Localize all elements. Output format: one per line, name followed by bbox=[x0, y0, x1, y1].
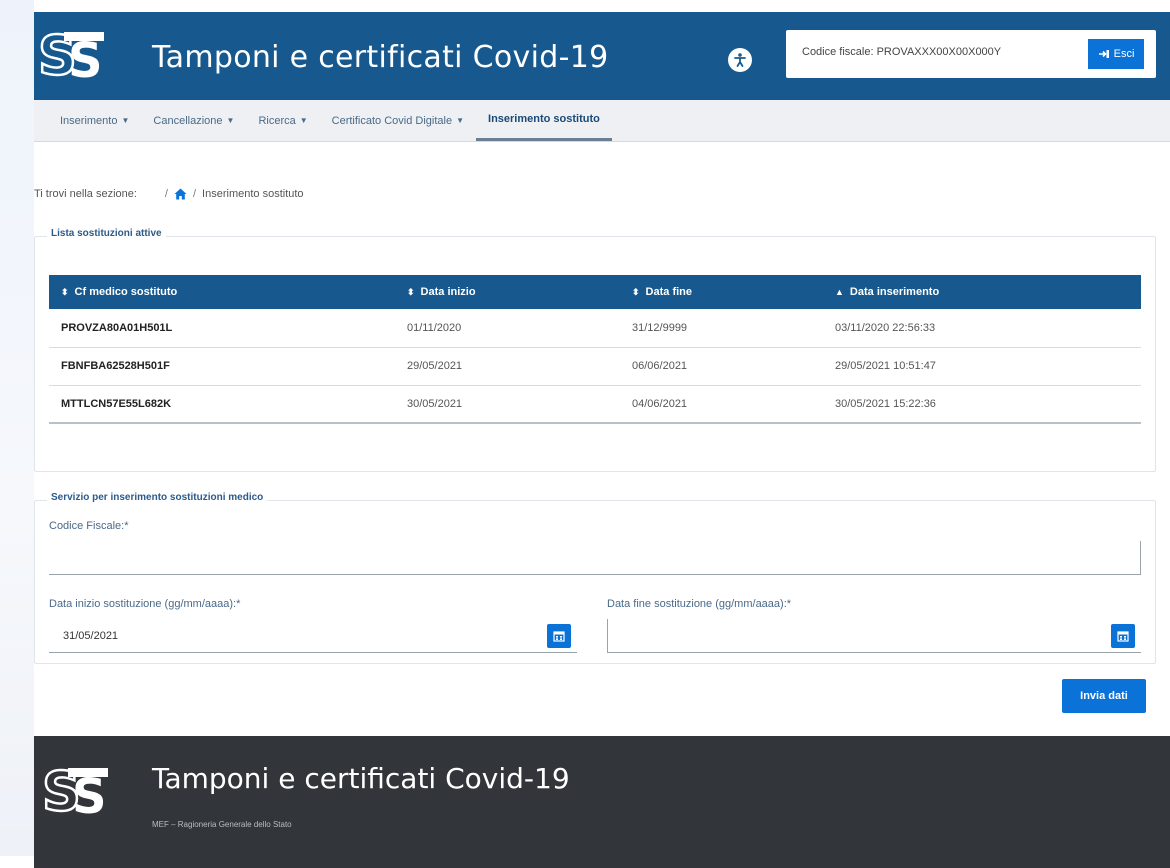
caret-down-icon: ▼ bbox=[299, 116, 308, 125]
start-date-label: Data inizio sostituzione (gg/mm/aaaa):* bbox=[49, 598, 241, 610]
app-title: Tamponi e certificati Covid-19 bbox=[152, 40, 609, 75]
start-date-input[interactable] bbox=[49, 619, 577, 653]
caret-down-icon: ▼ bbox=[456, 116, 465, 125]
sort-icon: ⬍ bbox=[407, 287, 415, 297]
main-nav: Inserimento ▼ Cancellazione ▼ Ricerca ▼ … bbox=[34, 100, 1170, 142]
end-date-input[interactable] bbox=[607, 619, 1141, 653]
caret-down-icon: ▼ bbox=[226, 116, 235, 125]
codice-fiscale-input[interactable] bbox=[49, 541, 1141, 575]
cell-cf: FBNFBA62528H501F bbox=[49, 347, 395, 386]
calendar-icon bbox=[553, 631, 565, 642]
nav-label: Cancellazione bbox=[153, 114, 223, 127]
sort-icon: ⬍ bbox=[61, 287, 69, 297]
calendar-icon bbox=[1117, 631, 1129, 642]
cell-end: 31/12/9999 bbox=[620, 309, 823, 348]
user-fiscal-code: Codice fiscale: PROVAXXX00X00X000Y bbox=[802, 46, 1002, 58]
cell-start: 01/11/2020 bbox=[395, 309, 620, 348]
page-side-band bbox=[0, 0, 34, 856]
column-header-label: Cf medico sostituto bbox=[74, 286, 178, 298]
page: S S Tamponi e certificati Covid-19 Codic… bbox=[34, 12, 1170, 868]
column-header-label: Data inizio bbox=[420, 286, 476, 298]
column-header[interactable]: ⬍ Cf medico sostituto bbox=[49, 275, 395, 309]
sts-logo-icon[interactable]: S S bbox=[38, 22, 114, 90]
table-row[interactable]: MTTLCN57E55L682K 30/05/2021 04/06/2021 3… bbox=[49, 385, 1141, 424]
cell-start: 30/05/2021 bbox=[395, 385, 620, 424]
breadcrumb-separator: / bbox=[192, 188, 197, 200]
home-icon[interactable] bbox=[174, 188, 187, 200]
cf-label: Codice Fiscale:* bbox=[49, 520, 129, 532]
breadcrumb-current: Inserimento sostituto bbox=[202, 188, 304, 200]
nav-label: Certificato Covid Digitale bbox=[331, 114, 453, 127]
footer-title: Tamponi e certificati Covid-19 bbox=[152, 762, 570, 795]
exit-label: Esci bbox=[1113, 48, 1135, 60]
cell-cf: MTTLCN57E55L682K bbox=[49, 385, 395, 424]
svg-text:S: S bbox=[68, 33, 103, 89]
exit-button[interactable]: Esci bbox=[1088, 39, 1144, 69]
cell-start: 29/05/2021 bbox=[395, 347, 620, 386]
end-date-calendar-button[interactable] bbox=[1111, 624, 1135, 648]
column-header[interactable]: ⬍ Data fine bbox=[620, 275, 823, 309]
end-date-label: Data fine sostituzione (gg/mm/aaaa):* bbox=[607, 598, 792, 610]
accessibility-icon[interactable] bbox=[728, 48, 752, 72]
column-header[interactable]: ▲ Data inserimento bbox=[823, 275, 1141, 309]
breadcrumb-separator: / bbox=[164, 188, 168, 200]
breadcrumb: Ti trovi nella sezione: / / Inserimento … bbox=[34, 188, 304, 200]
nav-label: Inserimento sostituto bbox=[488, 113, 600, 125]
nav-cancellazione[interactable]: Cancellazione ▼ bbox=[141, 100, 246, 141]
start-date-calendar-button[interactable] bbox=[547, 624, 571, 648]
cell-end: 06/06/2021 bbox=[620, 347, 823, 386]
substitution-form-legend: Servizio per inserimento sostituzioni me… bbox=[47, 492, 268, 503]
footer-subtitle: MEF – Ragioneria Generale dello Stato bbox=[152, 820, 292, 829]
user-box: Codice fiscale: PROVAXXX00X00X000Y Esci bbox=[786, 30, 1156, 78]
svg-text:S: S bbox=[72, 769, 107, 825]
cell-inserted: 29/05/2021 10:51:47 bbox=[823, 347, 1141, 386]
column-header-label: Data fine bbox=[645, 286, 693, 298]
cell-inserted: 30/05/2021 15:22:36 bbox=[823, 385, 1141, 424]
nav-label: Inserimento bbox=[60, 114, 118, 127]
sts-logo-icon: S S bbox=[42, 759, 108, 825]
active-substitutions-legend: Lista sostituzioni attive bbox=[47, 228, 166, 239]
logout-icon bbox=[1098, 50, 1109, 58]
cell-end: 04/06/2021 bbox=[620, 385, 823, 424]
submit-button[interactable]: Invia dati bbox=[1062, 679, 1146, 713]
app-footer: S S Tamponi e certificati Covid-19 MEF –… bbox=[34, 736, 1170, 868]
cell-inserted: 03/11/2020 22:56:33 bbox=[823, 309, 1141, 348]
table-row[interactable]: FBNFBA62528H501F 29/05/2021 06/06/2021 2… bbox=[49, 347, 1141, 386]
nav-label: Ricerca bbox=[258, 114, 296, 127]
column-header-label: Data inserimento bbox=[849, 286, 940, 298]
table-row[interactable]: PROVZA80A01H501L 01/11/2020 31/12/9999 0… bbox=[49, 309, 1141, 348]
nav-certificato-covid-digitale[interactable]: Certificato Covid Digitale ▼ bbox=[320, 100, 476, 141]
nav-ricerca[interactable]: Ricerca ▼ bbox=[246, 100, 319, 141]
caret-down-icon: ▼ bbox=[121, 116, 130, 125]
app-header: S S Tamponi e certificati Covid-19 Codic… bbox=[34, 12, 1170, 100]
sort-icon: ⬍ bbox=[632, 287, 640, 297]
column-header[interactable]: ⬍ Data inizio bbox=[395, 275, 620, 309]
active-substitutions-fieldset: Lista sostituzioni attive ⬍ Cf medico sos… bbox=[34, 228, 1156, 472]
cell-cf: PROVZA80A01H501L bbox=[49, 309, 395, 348]
sort-asc-icon: ▲ bbox=[835, 287, 844, 297]
nav-inserimento[interactable]: Inserimento ▼ bbox=[48, 100, 141, 141]
breadcrumb-prefix: Ti trovi nella sezione: bbox=[34, 188, 137, 200]
nav-inserimento-sostituto[interactable]: Inserimento sostituto bbox=[476, 100, 612, 141]
substitution-form-fieldset: Servizio per inserimento sostituzioni me… bbox=[34, 492, 1156, 664]
substitutions-table: ⬍ Cf medico sostituto ⬍ Data inizio ⬍ Data … bbox=[49, 275, 1141, 424]
